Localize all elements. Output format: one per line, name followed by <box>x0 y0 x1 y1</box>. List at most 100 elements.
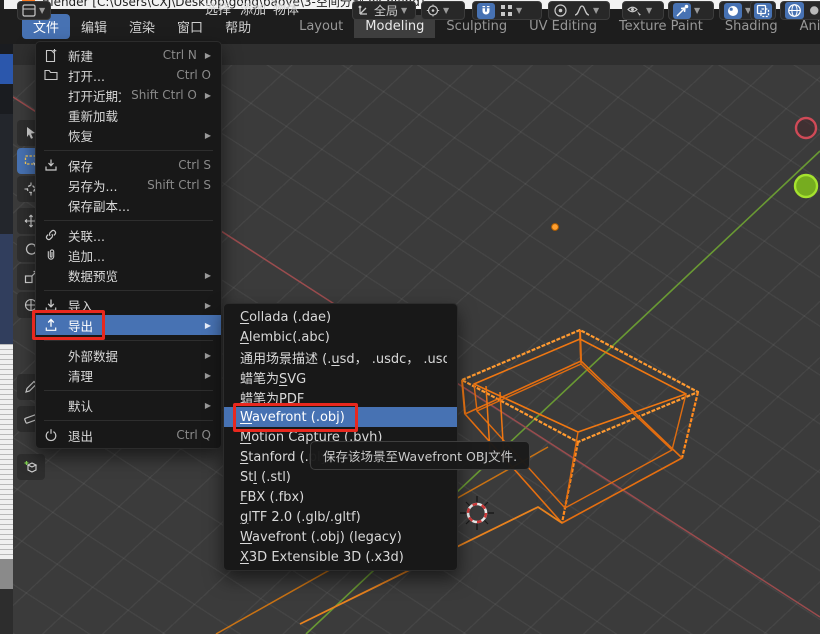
file-menu-item-重新加载[interactable]: 重新加载 <box>36 105 221 125</box>
menu-编辑[interactable]: 编辑 <box>70 14 118 39</box>
file-menu-item-外部数据[interactable]: 外部数据 ▶ <box>36 345 221 365</box>
file-menu-item-另存为[interactable]: 另存为... Shift Ctrl S <box>36 175 221 195</box>
export-item-x3d-extensible-3d-x3d[interactable]: X3D Extensible 3D (.x3d) <box>224 547 457 567</box>
gizmo-x-axis <box>796 118 816 138</box>
file-menu-item-默认[interactable]: 默认 ▶ <box>36 395 221 415</box>
snap-controls[interactable]: ▼ <box>472 1 542 20</box>
file-menu-item-打开近期文件[interactable]: 打开近期文件Shift Ctrl O▶ <box>36 85 221 105</box>
tooltip-text: 保存该场景至Wavefront OBJ文件. <box>323 446 517 465</box>
magnet-icon <box>479 4 493 18</box>
file-menu-item-打开[interactable]: 打开...Ctrl O <box>36 65 221 85</box>
file-menu-item-退出[interactable]: 退出 Ctrl Q <box>36 425 221 445</box>
menu-item-label: 导入 <box>68 296 197 315</box>
export-item-collada-dae[interactable]: Collada (.dae) <box>224 307 457 327</box>
file-menu-item-保存[interactable]: 保存Ctrl S <box>36 155 221 175</box>
nav-gizmo[interactable] <box>786 108 820 218</box>
submenu-arrow-icon: ▶ <box>205 351 211 360</box>
overlays-icon <box>726 4 740 18</box>
file-menu-item-导入[interactable]: 导入 ▶ <box>36 295 221 315</box>
export-item-蜡笔为svg[interactable]: 蜡笔为SVG <box>224 367 457 387</box>
menu-item-hotkey: Shift Ctrl S <box>147 178 211 192</box>
menu-item-hotkey: Ctrl O <box>176 68 211 82</box>
file-menu-dropdown: 新建 Ctrl N ▶ 打开...Ctrl O打开近期文件 Shift Ctrl O ▶ 重… <box>35 41 222 449</box>
wireframe-shading-icon <box>787 3 802 18</box>
select-menu[interactable]: 选择 <box>205 1 231 20</box>
menu-separator <box>44 150 213 151</box>
file-menu-item-导出[interactable]: 导出▶ <box>36 315 221 335</box>
editor-type-button[interactable]: ▼ <box>17 1 51 20</box>
menu-item-hotkey: Ctrl N <box>163 48 197 62</box>
pivot-point-dropdown[interactable]: ▼ <box>421 1 465 20</box>
orientation-value: 全局 <box>374 2 398 19</box>
menu-item-label: 关联... <box>68 226 211 245</box>
menu-item-label: 另存为... <box>68 176 137 195</box>
menu-item-label: glTF 2.0 (.glb/.gltf) <box>240 510 447 525</box>
menu-separator <box>44 220 213 221</box>
chevron-down-icon: ▼ <box>694 6 700 15</box>
snap-toggle[interactable] <box>477 3 495 19</box>
export-item-通用场景描述-usd-usdc-usda[interactable]: 通用场景描述 (.usd， .usdc， .usda) <box>224 347 457 367</box>
submenu-arrow-icon: ▶ <box>205 51 211 60</box>
submenu-arrow-icon: ▶ <box>205 401 211 410</box>
export-item-fbx-fbx[interactable]: FBX (.fbx) <box>224 487 457 507</box>
append-icon <box>44 248 60 262</box>
file-menu-item-追加[interactable]: 追加... <box>36 245 221 265</box>
menu-item-label: 退出 <box>68 426 166 445</box>
visibility-dropdown[interactable]: ▼ <box>622 1 664 20</box>
menu-item-label: Wavefront (.obj) <box>240 410 447 425</box>
submenu-arrow-icon: ▶ <box>205 301 211 310</box>
menu-separator <box>44 340 213 341</box>
export-item-gltf-2-0-glb-gltf[interactable]: glTF 2.0 (.glb/.gltf) <box>224 507 457 527</box>
menu-item-hotkey: Shift Ctrl O <box>131 88 197 102</box>
background-window-sliver <box>0 44 13 634</box>
link-icon <box>44 228 60 242</box>
import-icon <box>44 298 60 312</box>
add-cube-tool[interactable] <box>17 454 45 480</box>
file-menu-item-恢复[interactable]: 恢复▶ <box>36 125 221 145</box>
menu-item-label: 保存副本... <box>68 196 211 215</box>
menu-item-label: 导出 <box>68 316 197 335</box>
menu-item-label: Alembic(.abc) <box>240 330 447 345</box>
file-menu-item-保存副本[interactable]: 保存副本... <box>36 195 221 215</box>
menu-item-label: 默认 <box>68 396 197 415</box>
chevron-down-icon: ▼ <box>443 6 449 15</box>
transform-orientation-dropdown[interactable]: 全局 ▼ <box>352 1 416 20</box>
submenu-arrow-icon: ▶ <box>205 271 211 280</box>
export-item-alembic-abc[interactable]: Alembic(.abc) <box>224 327 457 347</box>
export-item-wavefront-obj-legacy[interactable]: Wavefront (.obj) (legacy) <box>224 527 457 547</box>
file-menu-item-新建[interactable]: 新建 Ctrl N ▶ <box>36 45 221 65</box>
chevron-down-icon: ▼ <box>646 6 652 15</box>
chevron-down-icon: ▼ <box>516 6 522 15</box>
add-menu[interactable]: 添加 <box>240 1 266 20</box>
menu-渲染[interactable]: 渲染 <box>118 14 166 39</box>
export-item-stl-stl[interactable]: Stl (.stl) <box>224 467 457 487</box>
menu-item-label: 清理 <box>68 366 197 385</box>
menu-separator <box>44 290 213 291</box>
object-menu[interactable]: 物体 <box>273 1 299 20</box>
xray-icon <box>756 4 770 18</box>
menu-item-hotkey: Ctrl Q <box>176 428 211 442</box>
export-icon <box>44 318 60 332</box>
shading-modes[interactable] <box>780 1 820 20</box>
file-menu-item-数据预览[interactable]: 数据预览▶ <box>36 265 221 285</box>
export-item-wavefront-obj[interactable]: Wavefront (.obj) <box>224 407 457 427</box>
chevron-down-icon: ▼ <box>39 6 45 15</box>
menu-item-label: 打开近期文件 <box>68 86 121 105</box>
menu-item-label: 外部数据 <box>68 346 197 365</box>
menu-item-label: 重新加载 <box>68 106 211 125</box>
xray-toggle[interactable] <box>750 1 776 20</box>
file-menu-item-清理[interactable]: 清理▶ <box>36 365 221 385</box>
quit-icon <box>44 428 60 442</box>
menu-item-label: 保存 <box>68 156 168 175</box>
menu-item-label: Collada (.dae) <box>240 310 447 325</box>
chevron-down-icon: ▼ <box>401 6 407 15</box>
file-menu-item-关联[interactable]: 关联... <box>36 225 221 245</box>
proportional-edit-controls[interactable]: ▼ <box>548 1 610 20</box>
export-item-蜡笔为pdf[interactable]: 蜡笔为PDF <box>224 387 457 407</box>
proportional-edit-icon <box>553 3 568 18</box>
menu-item-label: 蜡笔为PDF <box>240 388 447 407</box>
snap-to-icon <box>500 4 513 17</box>
falloff-curve-icon <box>574 4 590 17</box>
gizmos-toggle[interactable]: ▼ <box>668 1 714 20</box>
menu-item-label: 新建 <box>68 46 153 65</box>
